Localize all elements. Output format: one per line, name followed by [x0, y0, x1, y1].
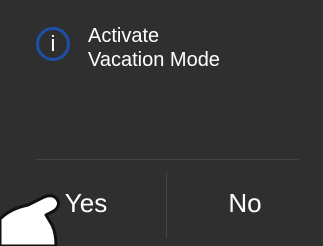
no-button[interactable]: No: [167, 160, 323, 246]
vacation-mode-dialog: i Activate Vacation Mode Yes No: [0, 0, 323, 246]
dialog-message: Activate Vacation Mode: [88, 24, 220, 72]
message-line-1: Activate: [88, 25, 160, 47]
no-button-label: No: [228, 187, 262, 218]
info-icon-glyph: i: [50, 30, 56, 56]
yes-button-label: Yes: [64, 187, 108, 218]
message-line-2: Vacation Mode: [88, 49, 220, 71]
info-icon: i: [36, 27, 70, 61]
yes-button[interactable]: Yes: [0, 160, 166, 246]
